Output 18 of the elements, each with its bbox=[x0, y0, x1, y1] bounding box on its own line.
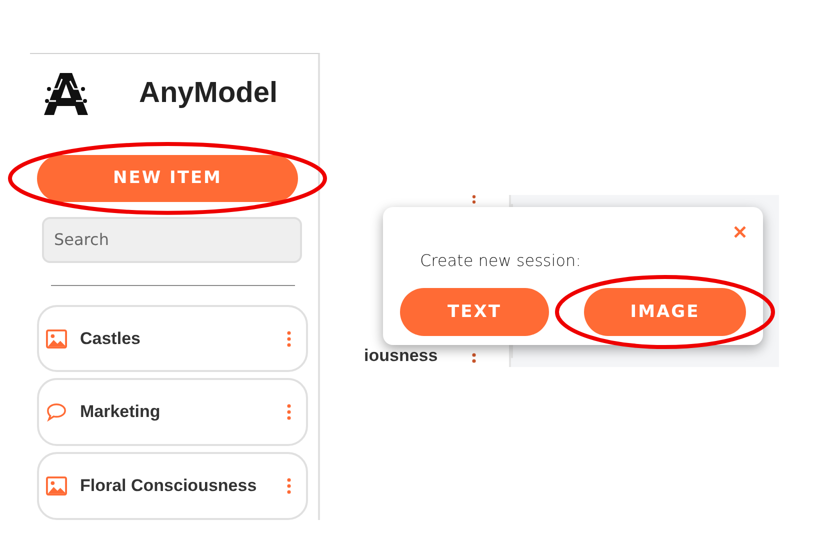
session-card[interactable]: Marketing bbox=[37, 378, 308, 446]
image-icon bbox=[46, 328, 67, 349]
session-card[interactable]: Floral Consciousness bbox=[37, 452, 308, 520]
app-title: AnyModel bbox=[139, 77, 278, 110]
close-icon[interactable] bbox=[733, 225, 747, 239]
session-title: Marketing bbox=[80, 402, 162, 422]
session-title: Floral Consciousness bbox=[80, 476, 258, 496]
dialog-message: Create new session: bbox=[420, 251, 582, 270]
more-options-icon bbox=[287, 404, 291, 420]
search-field[interactable]: Search bbox=[42, 216, 302, 263]
image-icon bbox=[46, 476, 67, 496]
more-options-icon bbox=[287, 478, 291, 494]
session-title: iousness bbox=[364, 347, 438, 365]
speech-bubble-icon bbox=[46, 402, 67, 422]
logo-icon bbox=[42, 70, 90, 117]
more-options-icon bbox=[287, 330, 291, 347]
session-title: Castles bbox=[80, 328, 142, 349]
session-card[interactable]: Castles bbox=[37, 304, 308, 372]
